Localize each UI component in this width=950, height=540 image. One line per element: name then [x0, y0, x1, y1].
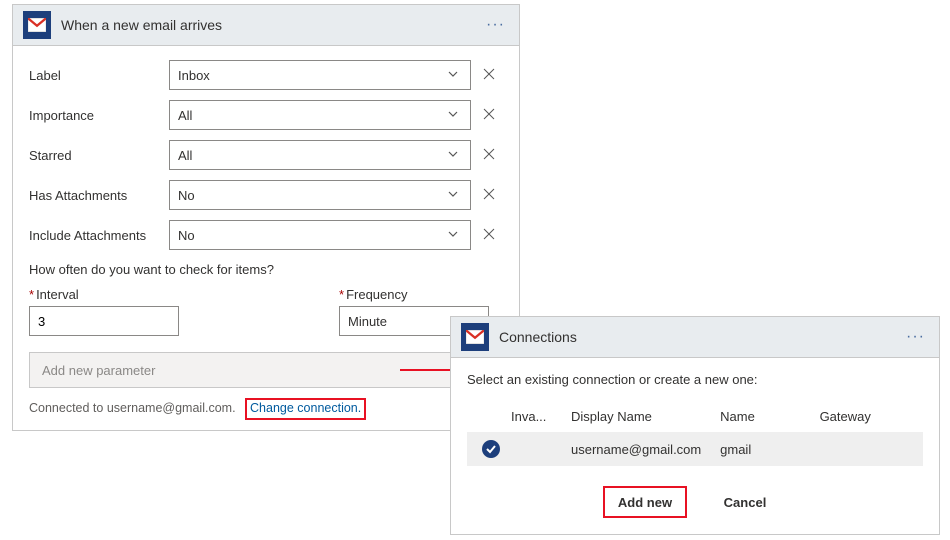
more-menu-icon[interactable]: ···: [482, 16, 509, 34]
trigger-body: Label Inbox Importance All Starred All: [13, 46, 519, 430]
clear-icon[interactable]: [475, 227, 503, 244]
has-attachments-select[interactable]: No: [169, 180, 471, 210]
connections-buttons: Add new Cancel: [467, 486, 923, 518]
connection-row[interactable]: username@gmail.com gmail: [467, 432, 923, 466]
chevron-down-icon: [444, 188, 462, 203]
add-new-button[interactable]: Add new: [603, 486, 687, 518]
trigger-header: When a new email arrives ···: [13, 5, 519, 46]
label-select[interactable]: Inbox: [169, 60, 471, 90]
gmail-icon: [23, 11, 51, 39]
connections-table: Inva... Display Name Name Gateway userna…: [467, 401, 923, 466]
field-hasattach-row: Has Attachments No: [29, 180, 503, 210]
connections-body: Select an existing connection or create …: [451, 358, 939, 534]
connections-header: Connections ···: [451, 317, 939, 358]
interval-label: *Interval: [29, 287, 179, 302]
connections-prompt: Select an existing connection or create …: [467, 372, 923, 387]
add-parameter-dropdown[interactable]: Add new parameter: [29, 352, 503, 388]
field-starred-row: Starred All: [29, 140, 503, 170]
connection-info: Connected to username@gmail.com. Change …: [29, 398, 503, 420]
chevron-down-icon: [444, 228, 462, 243]
trigger-title: When a new email arrives: [61, 17, 482, 33]
connections-card: Connections ··· Select an existing conne…: [450, 316, 940, 535]
selected-check-icon: [482, 440, 500, 458]
field-label: Label: [29, 68, 169, 83]
field-incattach-row: Include Attachments No: [29, 220, 503, 250]
chevron-down-icon: [444, 108, 462, 123]
clear-icon[interactable]: [475, 147, 503, 164]
field-importance-row: Importance All: [29, 100, 503, 130]
importance-select[interactable]: All: [169, 100, 471, 130]
include-attachments-select[interactable]: No: [169, 220, 471, 250]
interval-row: *Interval *Frequency Minute: [29, 287, 503, 336]
clear-icon[interactable]: [475, 187, 503, 204]
connections-table-head: Inva... Display Name Name Gateway: [467, 401, 923, 432]
poll-question: How often do you want to check for items…: [29, 262, 503, 277]
connections-title: Connections: [499, 329, 902, 345]
gmail-icon: [461, 323, 489, 351]
more-menu-icon[interactable]: ···: [902, 328, 929, 346]
interval-input[interactable]: [29, 306, 179, 336]
change-connection-link[interactable]: Change connection.: [245, 398, 366, 420]
trigger-card: When a new email arrives ··· Label Inbox…: [12, 4, 520, 431]
frequency-label: *Frequency: [339, 287, 489, 302]
clear-icon[interactable]: [475, 67, 503, 84]
cancel-button[interactable]: Cancel: [703, 486, 787, 518]
chevron-down-icon: [444, 68, 462, 83]
starred-select[interactable]: All: [169, 140, 471, 170]
chevron-down-icon: [444, 148, 462, 163]
clear-icon[interactable]: [475, 107, 503, 124]
field-label-row: Label Inbox: [29, 60, 503, 90]
